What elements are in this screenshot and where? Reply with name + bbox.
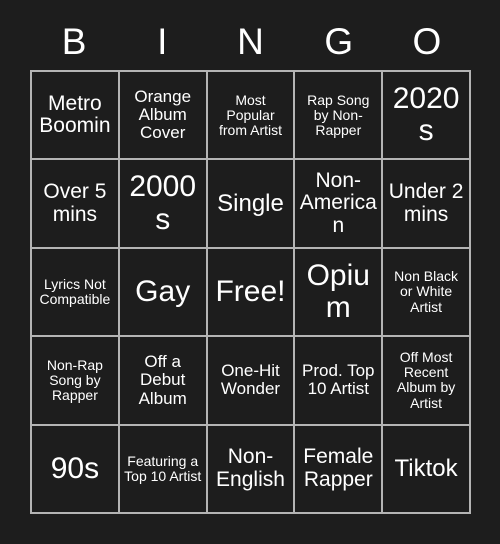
bingo-free-space[interactable]: Free!: [207, 248, 296, 338]
bingo-cell[interactable]: Opium: [295, 248, 384, 338]
bingo-cell[interactable]: Most Popular from Artist: [207, 72, 296, 161]
bingo-cell[interactable]: Prod. Top 10 Artist: [295, 337, 384, 426]
bingo-cell[interactable]: 2000s: [119, 160, 208, 249]
bingo-cell[interactable]: Metro Boomin: [32, 72, 120, 161]
bingo-row: 90s Featuring a Top 10 Artist Non-Englis…: [32, 425, 471, 515]
header-letter-i: I: [157, 20, 168, 62]
bingo-cell[interactable]: Female Rapper: [295, 425, 384, 515]
bingo-cell[interactable]: 2020s: [383, 72, 471, 161]
bingo-cell[interactable]: Tiktok: [383, 425, 471, 515]
header-letter-b: B: [61, 20, 87, 62]
bingo-row: Over 5 mins 2000s Single Non-American Un…: [32, 160, 471, 249]
header-letter-g: G: [324, 20, 354, 62]
bingo-grid: Metro Boomin Orange Album Cover Most Pop…: [30, 70, 471, 515]
bingo-card: B I N G O Metro Boomin Orange Album Cove…: [0, 0, 500, 544]
bingo-cell[interactable]: Non-English: [207, 425, 296, 515]
bingo-cell[interactable]: Off a Debut Album: [119, 337, 208, 426]
bingo-cell[interactable]: Rap Song by Non-Rapper: [295, 72, 384, 161]
header-letter-o: O: [412, 20, 442, 62]
bingo-cell[interactable]: Non Black or White Artist: [383, 248, 471, 338]
bingo-cell[interactable]: Single: [207, 160, 296, 249]
bingo-cell[interactable]: Off Most Recent Album by Artist: [383, 337, 471, 426]
bingo-cell[interactable]: Featuring a Top 10 Artist: [119, 425, 208, 515]
bingo-cell[interactable]: Over 5 mins: [32, 160, 120, 249]
bingo-row: Lyrics Not Compatible Gay Free! Opium No…: [32, 248, 471, 338]
bingo-cell[interactable]: Lyrics Not Compatible: [32, 248, 120, 338]
bingo-row: Non-Rap Song by Rapper Off a Debut Album…: [32, 337, 471, 426]
bingo-cell[interactable]: Under 2 mins: [383, 160, 471, 249]
bingo-cell[interactable]: 90s: [32, 425, 120, 515]
bingo-cell[interactable]: Non-Rap Song by Rapper: [32, 337, 120, 426]
bingo-header: B I N G O: [30, 12, 471, 70]
bingo-cell[interactable]: Non-American: [295, 160, 384, 249]
bingo-cell[interactable]: Orange Album Cover: [119, 72, 208, 161]
bingo-row: Metro Boomin Orange Album Cover Most Pop…: [32, 72, 471, 161]
header-letter-n: N: [237, 20, 264, 62]
bingo-cell[interactable]: Gay: [119, 248, 208, 338]
bingo-cell[interactable]: One-Hit Wonder: [207, 337, 296, 426]
